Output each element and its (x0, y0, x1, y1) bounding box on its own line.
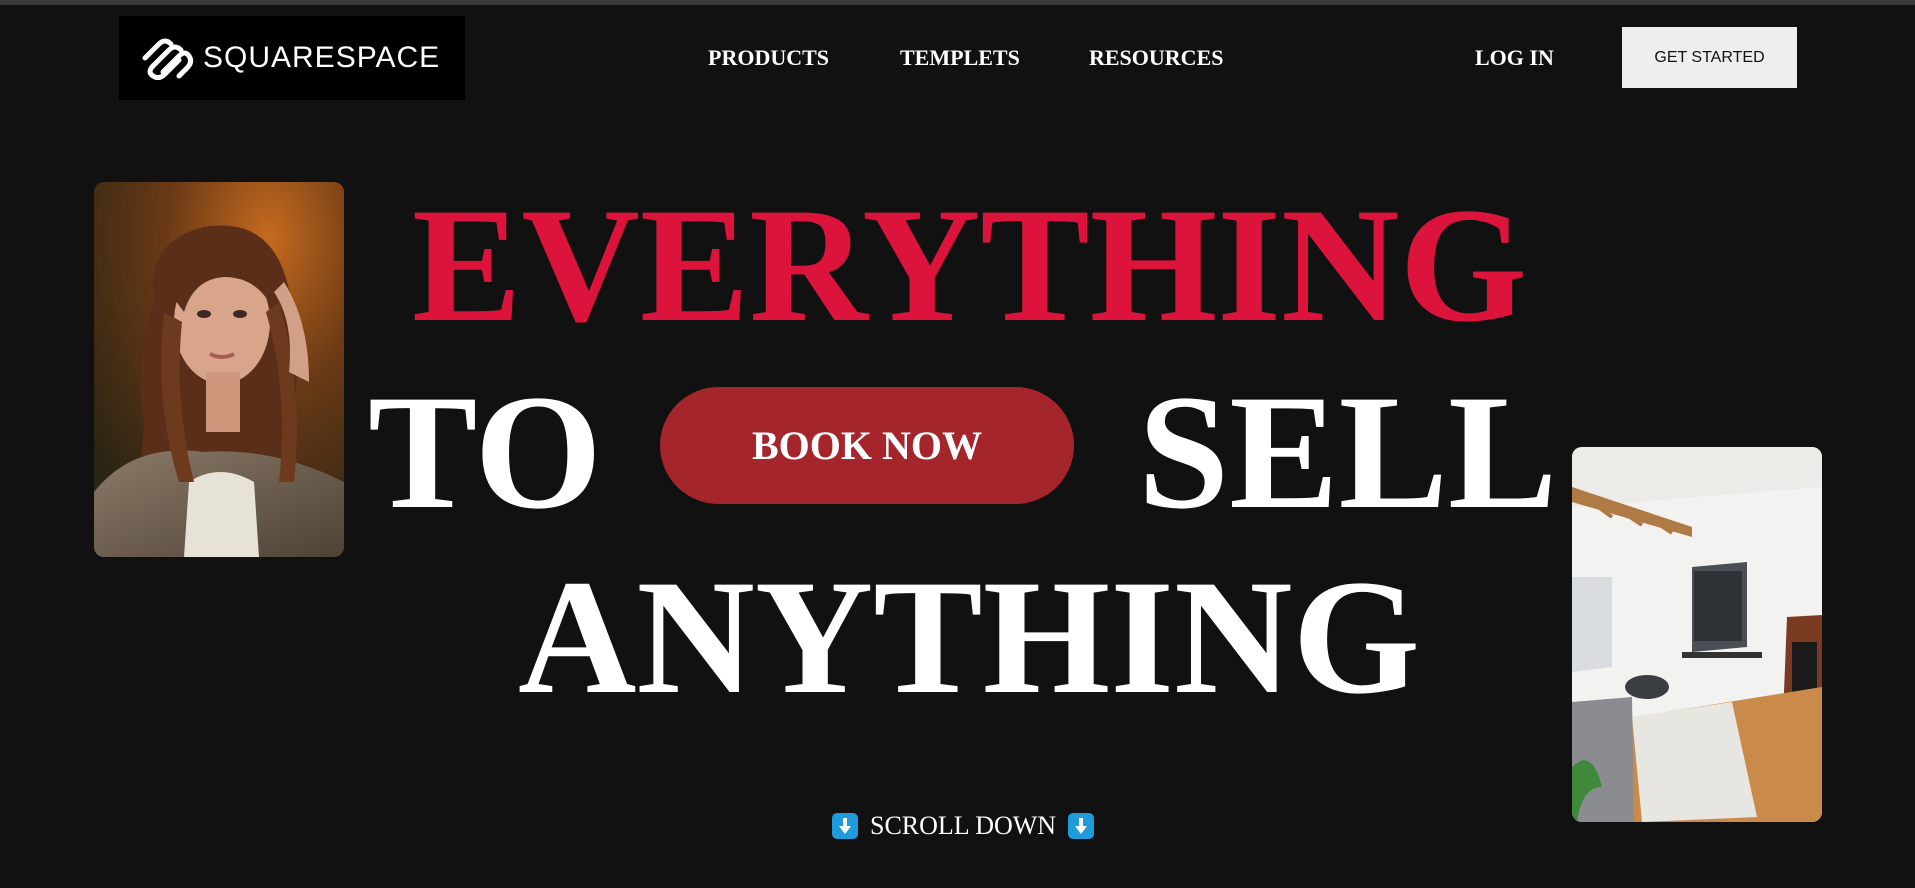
hero-line-anything: ANYTHING (518, 547, 1421, 728)
portrait-woman-photo (94, 182, 344, 557)
scroll-down-link[interactable]: SCROLL DOWN (832, 811, 1095, 841)
login-link[interactable]: LOG IN (1475, 44, 1554, 72)
nav-templets[interactable]: TEMPLETS (900, 44, 1020, 72)
hero-line-everything: EVERYTHING (412, 175, 1528, 356)
get-started-button[interactable]: GET STARTED (1622, 27, 1797, 88)
hero-word-sell: SELL (1138, 362, 1558, 543)
squarespace-logo-icon (142, 38, 194, 80)
nav-resources[interactable]: RESOURCES (1089, 44, 1223, 72)
hero-word-to: TO (368, 362, 602, 543)
nav-products[interactable]: PRODUCTS (708, 44, 829, 72)
squarespace-logo[interactable]: SQUARESPACE (119, 16, 465, 100)
book-now-button[interactable]: BOOK NOW (660, 387, 1074, 504)
down-arrow-icon (832, 813, 858, 839)
down-arrow-icon (1068, 813, 1095, 839)
living-room-photo (1572, 447, 1822, 822)
brand-name: SQUARESPACE (203, 41, 441, 74)
scroll-down-label: SCROLL DOWN (870, 811, 1057, 840)
window-top-border (0, 0, 1915, 5)
